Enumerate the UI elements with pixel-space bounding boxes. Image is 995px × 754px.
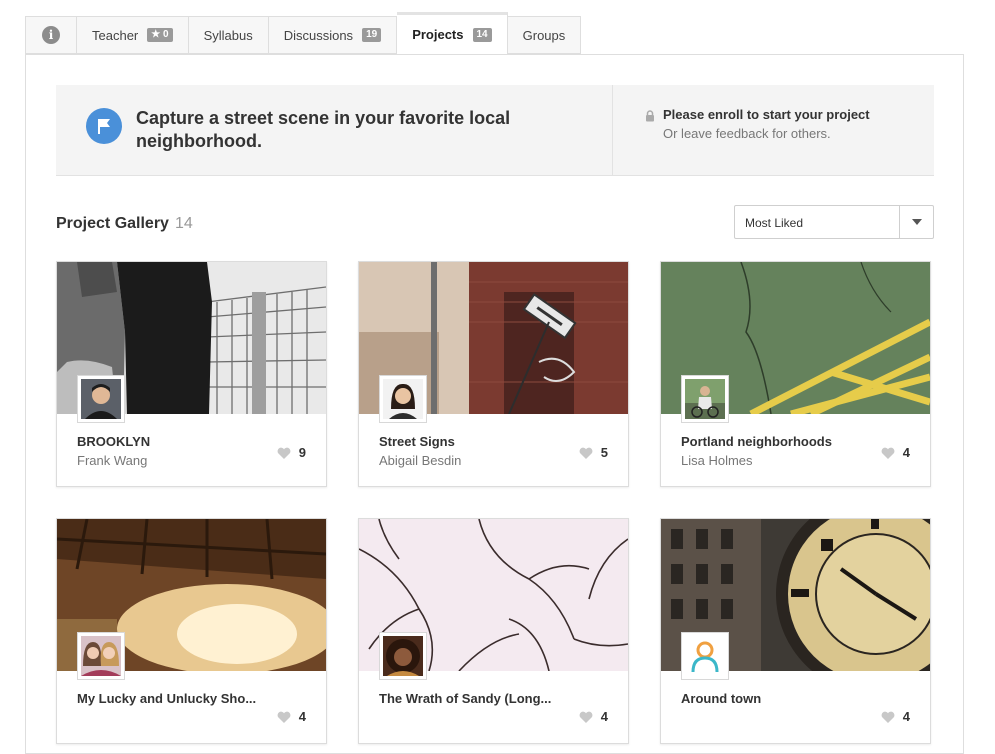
like-count: 4 xyxy=(298,709,306,724)
tab-label: Syllabus xyxy=(203,27,253,43)
tab-badge: 19 xyxy=(362,28,382,42)
project-author[interactable]: Frank Wang xyxy=(77,453,147,468)
sort-selected: Most Liked xyxy=(745,216,804,230)
flag-icon xyxy=(86,108,122,144)
project-prompt: Capture a street scene in your favorite … xyxy=(56,85,934,176)
like-count: 4 xyxy=(902,445,910,460)
like-counter[interactable]: 4 xyxy=(881,445,910,460)
tab-projects[interactable]: Projects 14 xyxy=(397,12,508,55)
project-card[interactable]: BROOKLYN Frank Wang 9 xyxy=(56,261,327,487)
like-count: 4 xyxy=(902,709,910,724)
heart-icon xyxy=(881,447,895,459)
chevron-down-icon[interactable] xyxy=(899,206,933,238)
project-title[interactable]: My Lucky and Unlucky Sho... xyxy=(77,691,256,706)
avatar[interactable] xyxy=(77,632,125,680)
heart-icon xyxy=(579,711,593,723)
prompt-title: Capture a street scene in your favorite … xyxy=(136,108,511,151)
tab-label: Teacher xyxy=(92,27,139,43)
project-card[interactable]: My Lucky and Unlucky Sho... 4 xyxy=(56,518,327,744)
like-counter[interactable]: 9 xyxy=(277,445,306,460)
project-title[interactable]: Street Signs xyxy=(379,434,455,449)
gallery-title: Project Gallery 14 xyxy=(56,215,193,233)
enroll-subtitle: Or leave feedback for others. xyxy=(663,126,831,141)
heart-icon xyxy=(277,711,291,723)
like-count: 4 xyxy=(600,709,608,724)
avatar[interactable] xyxy=(681,375,729,423)
avatar[interactable] xyxy=(77,375,125,423)
divider xyxy=(612,85,613,175)
tab-badge: 14 xyxy=(472,27,492,42)
projects-panel: Capture a street scene in your favorite … xyxy=(25,54,964,754)
heart-icon xyxy=(579,447,593,459)
heart-icon xyxy=(277,447,291,459)
tab-teacher[interactable]: Teacher ★ 0 xyxy=(77,16,189,54)
project-card[interactable]: Street Signs Abigail Besdin 5 xyxy=(358,261,629,487)
project-card[interactable]: Around town 4 xyxy=(660,518,931,744)
tab-groups[interactable]: Groups xyxy=(507,16,582,54)
tab-badge: ★ 0 xyxy=(147,28,173,42)
tab-syllabus[interactable]: Syllabus xyxy=(188,16,269,54)
project-card[interactable]: The Wrath of Sandy (Long... 4 xyxy=(358,518,629,744)
project-title[interactable]: BROOKLYN xyxy=(77,434,150,449)
tab-label: Projects xyxy=(412,27,464,42)
like-count: 5 xyxy=(600,445,608,460)
project-author[interactable]: Lisa Holmes xyxy=(681,453,753,468)
project-author[interactable]: Abigail Besdin xyxy=(379,453,461,468)
heart-icon xyxy=(881,711,895,723)
avatar[interactable] xyxy=(379,632,427,680)
like-counter[interactable]: 5 xyxy=(579,445,608,460)
project-title[interactable]: The Wrath of Sandy (Long... xyxy=(379,691,551,706)
avatar[interactable] xyxy=(681,632,729,680)
like-count: 9 xyxy=(298,445,306,460)
gallery-title-text: Project Gallery xyxy=(56,215,169,232)
avatar[interactable] xyxy=(379,375,427,423)
project-card[interactable]: Portland neighborhoods Lisa Holmes 4 xyxy=(660,261,931,487)
gallery-count: 14 xyxy=(174,215,193,232)
like-counter[interactable]: 4 xyxy=(277,709,306,724)
tab-info[interactable]: i xyxy=(25,16,77,54)
tab-label: Groups xyxy=(522,27,566,43)
sort-dropdown[interactable]: Most Liked xyxy=(734,205,934,239)
like-counter[interactable]: 4 xyxy=(881,709,910,724)
tab-label: Discussions xyxy=(283,27,354,43)
tab-bar: i Teacher ★ 0 Syllabus Discussions 19 Pr… xyxy=(25,12,582,55)
like-counter[interactable]: 4 xyxy=(579,709,608,724)
lock-icon xyxy=(645,109,655,127)
project-title[interactable]: Portland neighborhoods xyxy=(681,434,832,449)
tab-discussions[interactable]: Discussions 19 xyxy=(268,16,398,54)
info-icon: i xyxy=(42,26,60,44)
project-title[interactable]: Around town xyxy=(681,691,761,706)
enroll-title: Please enroll to start your project xyxy=(663,107,870,122)
